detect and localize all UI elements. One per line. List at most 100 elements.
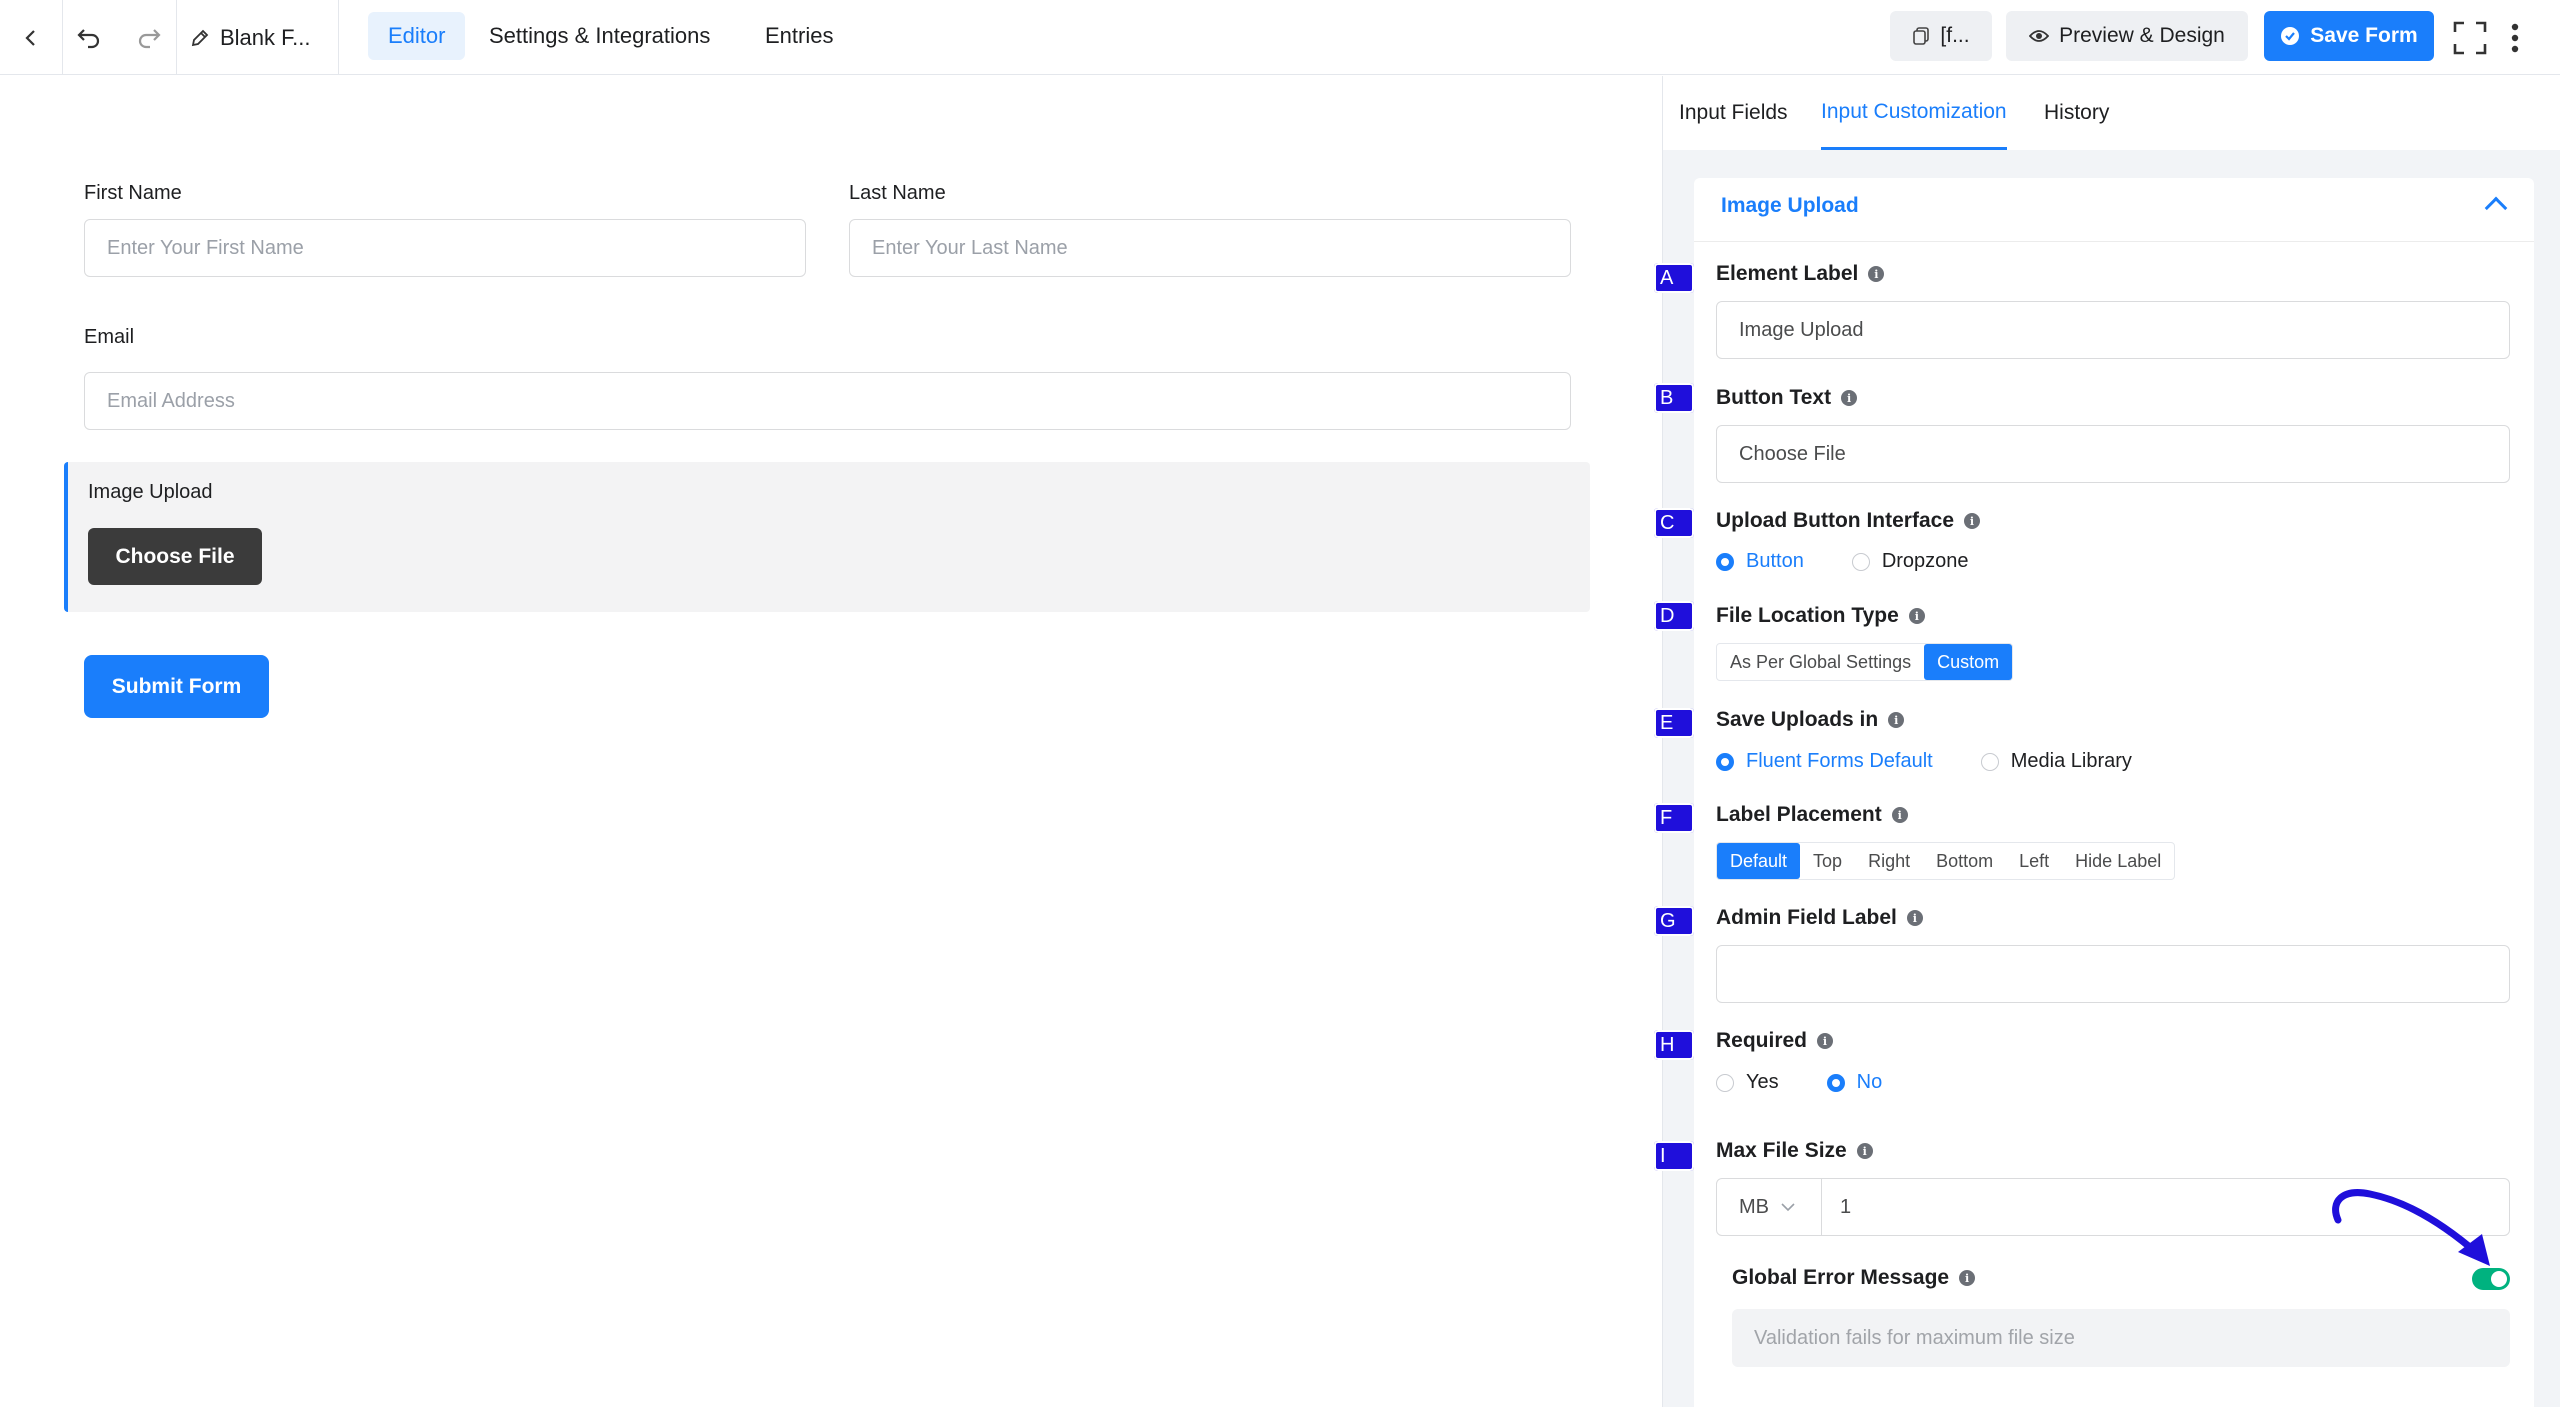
radio-required-yes[interactable]	[1716, 1073, 1734, 1092]
save-uploads-label: Save Uploads in	[1716, 708, 1879, 731]
submit-form-button[interactable]: Submit Form	[84, 655, 269, 718]
annotation-badge-f: F	[1654, 803, 1694, 833]
radio-fluent-default[interactable]	[1716, 752, 1734, 771]
global-error-heading: Global Error Message i	[1732, 1266, 1976, 1290]
global-error-toggle[interactable]	[2472, 1268, 2510, 1290]
info-icon[interactable]: i	[1959, 1270, 1976, 1286]
info-icon[interactable]: i	[1856, 1143, 1873, 1159]
eye-icon	[2029, 30, 2050, 42]
annotation-badge-d: D	[1654, 601, 1694, 631]
radio-dropzone-label[interactable]: Dropzone	[1882, 550, 1969, 573]
button-text-input[interactable]: Choose File	[1716, 425, 2510, 483]
save-form-button[interactable]: Save Form	[2264, 11, 2434, 61]
radio-required-yes-label[interactable]: Yes	[1746, 1071, 1779, 1094]
choose-file-button[interactable]: Choose File	[88, 528, 262, 585]
info-icon[interactable]: i	[1817, 1033, 1834, 1049]
global-error-label: Global Error Message	[1732, 1266, 1950, 1289]
segment-global-settings[interactable]: As Per Global Settings	[1717, 644, 1924, 680]
image-upload-field[interactable]	[64, 462, 1590, 612]
segment-right[interactable]: Right	[1855, 843, 1923, 879]
info-icon[interactable]: i	[1964, 513, 1981, 529]
required-label: Required	[1716, 1029, 1808, 1052]
required-heading: Required i	[1716, 1029, 1834, 1053]
admin-label-label: Admin Field Label	[1716, 906, 1897, 929]
global-error-input[interactable]: Validation fails for maximum file size	[1732, 1309, 2510, 1367]
file-size-unit-select[interactable]: MB	[1716, 1178, 1822, 1236]
info-icon[interactable]: i	[1906, 910, 1923, 926]
button-text-label: Button Text	[1716, 386, 1832, 409]
tab-input-customization[interactable]: Input Customization	[1821, 76, 2007, 150]
chevron-down-icon	[1781, 1202, 1795, 1211]
radio-dropzone-option[interactable]	[1851, 552, 1870, 571]
form-name[interactable]: Blank F...	[190, 0, 310, 75]
label-placement-segmented: Default Top Right Bottom Left Hide Label	[1716, 842, 2176, 880]
last-name-label: Last Name	[849, 182, 946, 204]
radio-media-library-label[interactable]: Media Library	[2011, 750, 2132, 773]
radio-button-option[interactable]	[1716, 552, 1734, 571]
file-location-label: File Location Type	[1716, 604, 1899, 627]
tab-editor[interactable]: Editor	[368, 12, 466, 60]
tab-entries[interactable]: Entries	[745, 12, 853, 60]
max-file-size-label: Max File Size	[1716, 1139, 1847, 1162]
radio-fluent-default-label[interactable]: Fluent Forms Default	[1746, 750, 1933, 773]
upload-interface-label: Upload Button Interface	[1716, 509, 1955, 532]
button-text-heading: Button Text i	[1716, 386, 1858, 410]
image-upload-label: Image Upload	[88, 481, 213, 503]
radio-button-label[interactable]: Button	[1746, 550, 1804, 573]
segment-bottom[interactable]: Bottom	[1923, 843, 2006, 879]
back-icon[interactable]	[0, 0, 62, 75]
annotation-arrow-icon	[2332, 1189, 2490, 1266]
radio-required-no-label[interactable]: No	[1857, 1071, 1883, 1094]
undo-icon[interactable]	[64, 0, 114, 75]
info-icon[interactable]: i	[1908, 608, 1925, 624]
max-file-size-heading: Max File Size i	[1716, 1139, 1873, 1163]
preview-design-label: Preview & Design	[2059, 24, 2225, 47]
file-size-unit-value: MB	[1739, 1195, 1769, 1218]
element-label-heading: Element Label i	[1716, 262, 1885, 286]
annotation-badge-a: A	[1654, 263, 1694, 293]
tab-history[interactable]: History	[2044, 76, 2109, 150]
segment-custom[interactable]: Custom	[1924, 644, 2013, 680]
info-icon[interactable]: i	[1841, 390, 1858, 406]
annotation-badge-e: E	[1654, 708, 1694, 738]
save-uploads-radios: Fluent Forms Default Media Library	[1716, 750, 2168, 773]
redo-icon[interactable]	[124, 0, 174, 75]
tab-settings-integrations[interactable]: Settings & Integrations	[469, 12, 730, 60]
admin-label-heading: Admin Field Label i	[1716, 906, 1923, 930]
upload-interface-heading: Upload Button Interface i	[1716, 509, 1981, 533]
shortcode-text: [f...	[1940, 24, 1970, 47]
last-name-input[interactable]: Enter Your Last Name	[849, 219, 1571, 277]
file-location-segmented: As Per Global Settings Custom	[1716, 643, 2014, 681]
radio-media-library[interactable]	[1980, 752, 1999, 771]
admin-label-input[interactable]	[1716, 945, 2510, 1003]
pencil-icon	[191, 29, 209, 46]
segment-left[interactable]: Left	[2006, 843, 2062, 879]
segment-default[interactable]: Default	[1717, 843, 1801, 879]
required-radios: Yes No	[1716, 1071, 1918, 1094]
info-icon[interactable]: i	[1891, 807, 1908, 823]
top-toolbar: Blank F... Editor Settings & Integration…	[0, 0, 2560, 75]
fullscreen-icon[interactable]	[2448, 0, 2492, 75]
first-name-label: First Name	[84, 182, 182, 204]
panel-title: Image Upload	[1721, 194, 1859, 217]
segment-hide-label[interactable]: Hide Label	[2062, 843, 2174, 879]
annotation-badge-h: H	[1654, 1030, 1694, 1060]
email-input[interactable]: Email Address	[84, 372, 1571, 430]
form-name-text: Blank F...	[220, 24, 311, 50]
annotation-badge-g: G	[1654, 906, 1694, 936]
first-name-input[interactable]: Enter Your First Name	[84, 219, 806, 277]
copy-icon	[1913, 27, 1930, 45]
info-icon[interactable]: i	[1868, 266, 1885, 282]
element-label-text: Element Label	[1716, 262, 1859, 285]
preview-design-button[interactable]: Preview & Design	[2006, 11, 2248, 61]
element-label-input[interactable]: Image Upload	[1716, 301, 2510, 359]
annotation-badge-i: I	[1654, 1141, 1694, 1171]
tab-input-fields[interactable]: Input Fields	[1679, 76, 1788, 150]
info-icon[interactable]: i	[1888, 712, 1905, 728]
segment-top[interactable]: Top	[1800, 843, 1855, 879]
annotation-badge-c: C	[1654, 508, 1694, 538]
shortcode-button[interactable]: [f...	[1890, 11, 1992, 61]
more-options-icon[interactable]	[2500, 0, 2530, 75]
radio-required-no[interactable]	[1826, 1073, 1845, 1092]
sidebar-tabs: Input Fields Input Customization History	[1663, 76, 2560, 150]
